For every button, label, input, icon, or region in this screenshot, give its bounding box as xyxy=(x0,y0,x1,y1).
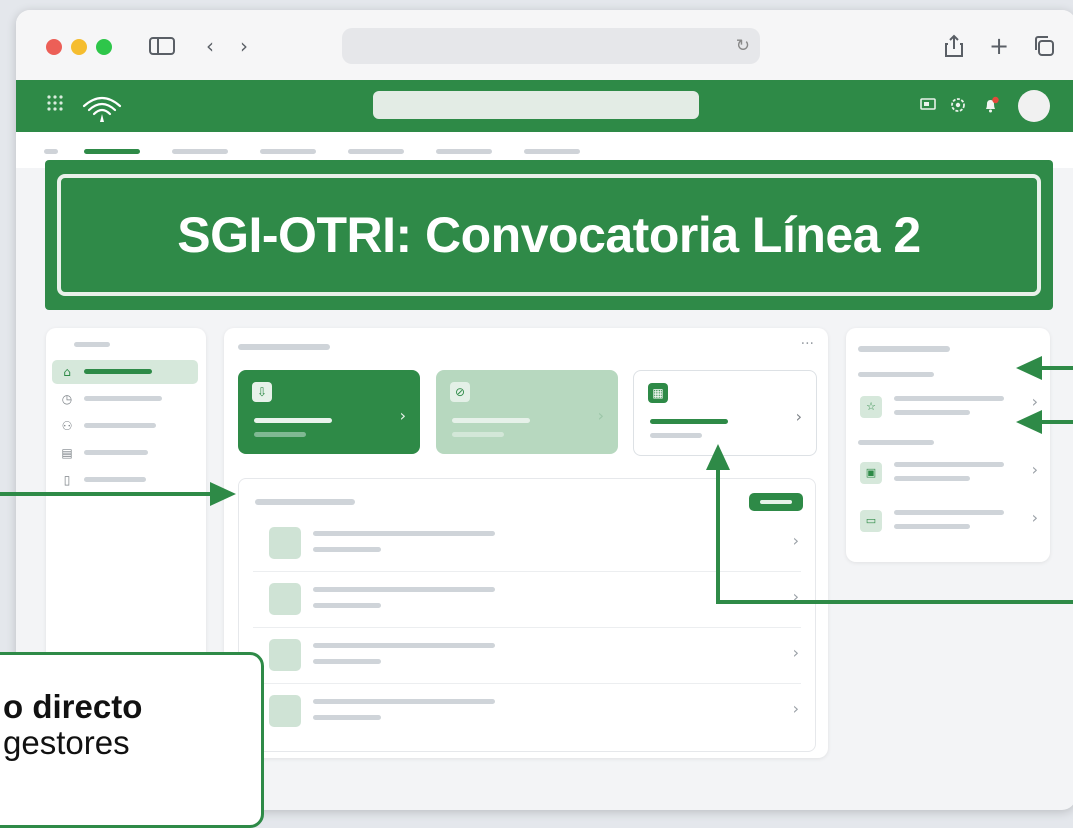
arrow-panel-item-head xyxy=(1016,410,1042,434)
arrow-card-line xyxy=(716,466,1073,604)
callout-text: o directo gestores xyxy=(3,689,142,761)
callout-box: o directo gestores xyxy=(0,652,264,828)
arrow-panel-title-head xyxy=(1016,356,1042,380)
arrow-list-head xyxy=(210,482,236,506)
callout-line-2: gestores xyxy=(3,724,130,761)
callout-line-1: o directo xyxy=(3,688,143,725)
arrow-card-head xyxy=(706,444,730,470)
